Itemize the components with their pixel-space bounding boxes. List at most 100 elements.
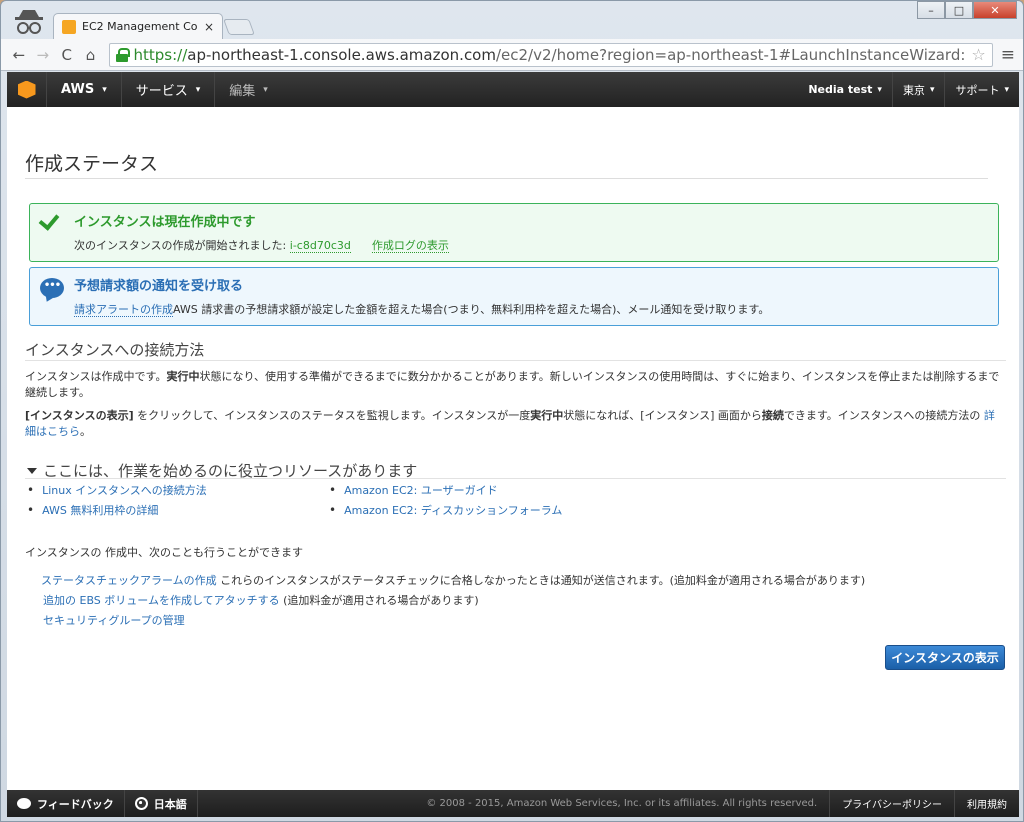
services-menu[interactable]: サービス ▾ — [122, 72, 216, 107]
footer: フィードバック 日本語 © 2008 - 2015, Amazon Web Se… — [7, 790, 1019, 817]
connect-section-title: インスタンスへの接続方法 — [25, 341, 205, 359]
region-menu[interactable]: 東京 ▾ — [891, 72, 945, 107]
new-tab-button[interactable] — [223, 19, 255, 35]
p2-connect-bold: 接続 — [761, 409, 784, 422]
resource-link-user-guide[interactable]: Amazon EC2: ユーザーガイド — [344, 482, 498, 498]
resources-list-left: Linux インスタンスへの接続方法 AWS 無料利用枠の詳細 — [27, 480, 207, 520]
incognito-icon — [15, 10, 43, 34]
p2-text-b: をクリックして、インスタンスのステータスを監視します。インスタンスが一度 — [133, 409, 531, 422]
extra-item-security-group: セキュリティグループの管理 — [43, 612, 185, 628]
terms-of-use-link[interactable]: 利用規約 — [954, 790, 1019, 817]
manage-security-groups-link[interactable]: セキュリティグループの管理 — [43, 614, 185, 627]
p2-text-d: 状態になれば、[インスタンス] 画面から — [563, 409, 762, 422]
billing-alert-text: AWS 請求書の予想請求額が設定した金額を超えた場合(つまり、無料利用枠を超えた… — [173, 303, 770, 316]
forward-icon[interactable]: → — [33, 44, 53, 66]
aws-home-link[interactable] — [7, 72, 47, 107]
support-menu[interactable]: サポート ▾ — [944, 72, 1019, 107]
minimize-button[interactable]: – — [917, 1, 945, 19]
address-bar[interactable]: https://ap-northeast-1.console.aws.amazo… — [108, 42, 993, 67]
edit-menu-label: 編集 — [229, 84, 256, 99]
status-alarm-text: これらのインスタンスがステータスチェックに合格しなかったときは通知が送信されます… — [216, 574, 866, 587]
speech-bubble-icon: ••• — [40, 278, 64, 298]
aws-menu-label: AWS — [61, 82, 95, 97]
close-window-button[interactable]: ✕ — [973, 1, 1017, 19]
create-status-check-alarm-link[interactable]: ステータスチェックアラームの作成 — [41, 574, 217, 587]
p2-end: 。 — [80, 425, 91, 438]
feedback-button[interactable]: フィードバック — [7, 790, 125, 817]
view-instances-button[interactable]: インスタンスの表示 — [885, 645, 1005, 670]
ebs-text: (追加料金が適用される場合があります) — [279, 594, 479, 607]
list-item: Linux インスタンスへの接続方法 — [27, 480, 207, 500]
maximize-button[interactable]: □ — [945, 1, 973, 19]
chevron-down-icon: ▾ — [929, 84, 935, 95]
feedback-label: フィードバック — [37, 797, 114, 811]
p2-view-instances-bold: [インスタンスの表示] — [25, 409, 134, 422]
resource-link-free-tier[interactable]: AWS 無料利用枠の詳細 — [42, 502, 158, 518]
url-text[interactable]: https://ap-northeast-1.console.aws.amazo… — [134, 46, 966, 64]
billing-info-alert: ••• 予想請求額の通知を受け取る 請求アラートの作成AWS 請求書の予想請求額… — [29, 267, 999, 326]
extra-item-ebs: 追加の EBS ボリュームを作成してアタッチする (追加料金が適用される場合があ… — [43, 592, 479, 608]
connect-paragraph-2: [インスタンスの表示] をクリックして、インスタンスのステータスを監視します。イ… — [25, 408, 1005, 440]
chevron-down-icon: ▾ — [263, 84, 268, 95]
chevron-down-icon: ▾ — [102, 84, 107, 95]
privacy-policy-link[interactable]: プライバシーポリシー — [829, 790, 954, 817]
browser-menu-icon[interactable]: ≡ — [1001, 45, 1015, 65]
connect-divider — [25, 360, 1006, 361]
reload-icon[interactable]: C — [57, 44, 77, 66]
extra-item-status-alarm: ステータスチェックアラームの作成 これらのインスタンスがステータスチェックに合格… — [41, 572, 865, 588]
create-billing-alert-link[interactable]: 請求アラートの作成 — [74, 303, 173, 317]
lock-icon — [115, 47, 130, 62]
page-title: 作成ステータス — [25, 153, 159, 175]
language-label: 日本語 — [153, 797, 187, 811]
launch-started-text: 次のインスタンスの作成が開始されました: — [74, 239, 287, 252]
resource-link-linux-connect[interactable]: Linux インスタンスへの接続方法 — [42, 482, 207, 498]
globe-icon — [134, 797, 148, 810]
success-alert-body: 次のインスタンスの作成が開始されました: i-c8d70c3d 作成ログの表示 — [74, 237, 449, 253]
billing-alert-body: 請求アラートの作成AWS 請求書の予想請求額が設定した金額を超えた場合(つまり、… — [74, 301, 769, 317]
p1-text-a: インスタンスは作成中です。 — [25, 370, 167, 383]
aws-header-right: Nedia test ▾ 東京 ▾ サポート ▾ — [798, 72, 1019, 107]
url-scheme: https:// — [133, 45, 188, 64]
edit-menu[interactable]: 編集 ▾ — [215, 72, 282, 107]
extras-title: インスタンスの 作成中、次のことも行うことができます — [25, 546, 304, 559]
browser-window: EC2 Management Cons × – □ ✕ ← → C ⌂ http… — [0, 0, 1024, 822]
language-selector[interactable]: 日本語 — [125, 790, 198, 817]
tab-title: EC2 Management Cons — [82, 20, 198, 33]
url-host: ap-northeast-1.console.aws.amazon.com — [187, 45, 496, 64]
aws-menu[interactable]: AWS ▾ — [47, 72, 122, 107]
main-content: 作成ステータス インスタンスは現在作成中です 次のインスタンスの作成が開始されま… — [7, 107, 1019, 790]
url-path: /ec2/v2/home?region=ap-northeast-1#Launc… — [495, 45, 966, 64]
chevron-down-icon: ▾ — [877, 84, 882, 95]
services-menu-label: サービス — [135, 84, 188, 99]
list-item: Amazon EC2: ユーザーガイド — [329, 480, 562, 500]
resources-list-right: Amazon EC2: ユーザーガイド Amazon EC2: ディスカッション… — [329, 480, 562, 520]
browser-tab[interactable]: EC2 Management Cons × — [53, 13, 223, 39]
account-name: Nedia test — [808, 83, 873, 96]
home-icon[interactable]: ⌂ — [81, 44, 101, 66]
window-controls: – □ ✕ — [917, 1, 1017, 19]
back-icon[interactable]: ← — [9, 44, 29, 66]
tab-close-icon[interactable]: × — [204, 20, 214, 34]
list-item: Amazon EC2: ディスカッションフォーラム — [329, 500, 562, 520]
p1-running-bold: 実行中 — [166, 370, 200, 383]
list-item: AWS 無料利用枠の詳細 — [27, 500, 207, 520]
speech-bubble-icon — [17, 798, 31, 809]
copyright-text: © 2008 - 2015, Amazon Web Services, Inc.… — [426, 798, 818, 809]
aws-header: AWS ▾ サービス ▾ 編集 ▾ Nedia test ▾ 東京 ▾ サポート… — [7, 72, 1019, 107]
connect-paragraph-1: インスタンスは作成中です。実行中状態になり、使用する準備ができるまでに数分かかる… — [25, 369, 1005, 401]
billing-alert-heading: 予想請求額の通知を受け取る — [74, 279, 244, 294]
resource-link-forum[interactable]: Amazon EC2: ディスカッションフォーラム — [344, 502, 562, 518]
checkmark-icon — [40, 212, 62, 228]
view-launch-log-link[interactable]: 作成ログの表示 — [371, 239, 449, 253]
success-alert: インスタンスは現在作成中です 次のインスタンスの作成が開始されました: i-c8… — [29, 203, 999, 262]
title-divider — [25, 178, 988, 179]
support-label: サポート — [955, 83, 1000, 97]
bookmark-star-icon[interactable]: ☆ — [971, 45, 985, 64]
p2-text-f: できます。インスタンスへの接続方法の — [783, 409, 984, 422]
create-ebs-volume-link[interactable]: 追加の EBS ボリュームを作成してアタッチする — [43, 594, 280, 607]
chevron-down-icon: ▾ — [1004, 84, 1009, 95]
p2-running-bold: 実行中 — [530, 409, 564, 422]
instance-id-link[interactable]: i-c8d70c3d — [289, 239, 351, 253]
account-menu[interactable]: Nedia test ▾ — [798, 72, 892, 107]
title-bar: EC2 Management Cons × – □ ✕ — [1, 1, 1023, 39]
